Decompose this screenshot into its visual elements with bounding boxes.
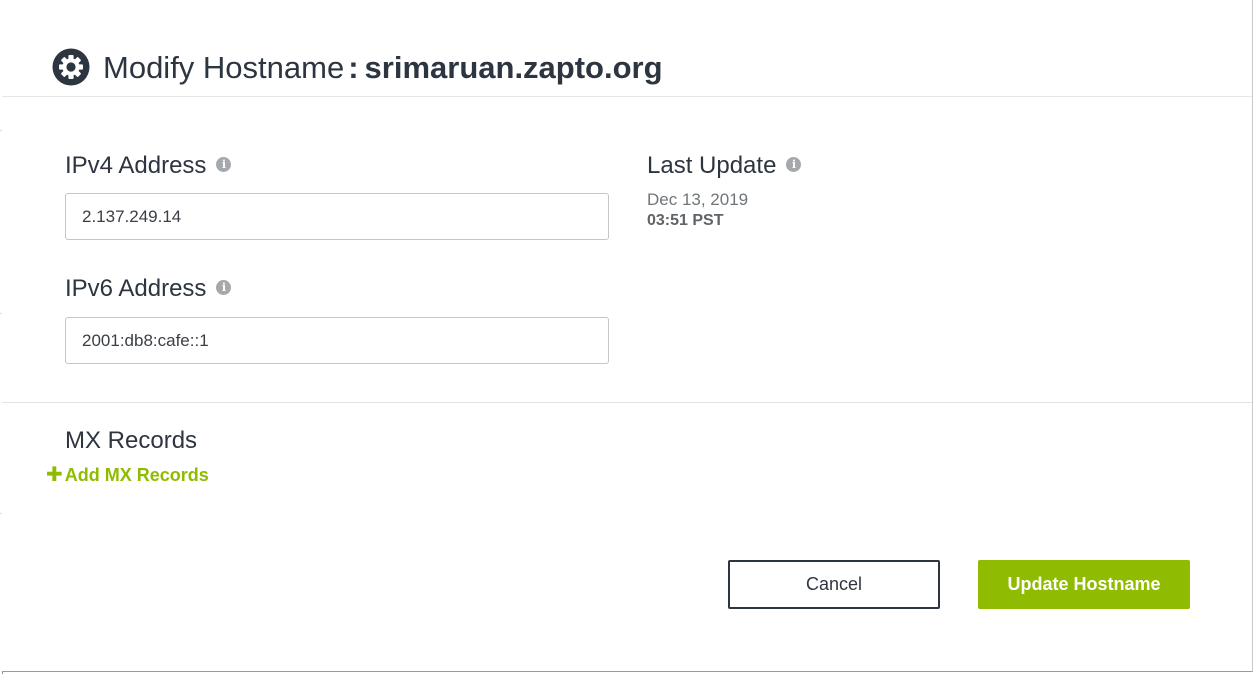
plus-icon: ✚: [46, 464, 63, 486]
last-update-date: Dec 13, 2019: [647, 190, 749, 209]
ipv6-label: IPv6 Address: [65, 275, 207, 302]
ipv4-label: IPv4 Address: [65, 152, 207, 179]
modify-hostname-dialog: Modify Hostname: srimaruan.zapto.org IPv4…: [2, 0, 1253, 672]
mx-records-heading: MX Records: [65, 427, 198, 454]
last-update-label-group: Last Update i: [647, 151, 802, 181]
section-divider: [2, 402, 1252, 403]
info-icon[interactable]: i: [786, 157, 802, 173]
update-hostname-button[interactable]: Update Hostname: [978, 560, 1190, 609]
ipv4-input[interactable]: [65, 193, 609, 240]
title-separator: :: [348, 50, 359, 85]
last-update-time: 03:51 PST: [647, 212, 724, 229]
dialog-title: Modify Hostname: srimaruan.zapto.org: [103, 49, 663, 87]
info-icon[interactable]: i: [216, 280, 232, 296]
info-icon[interactable]: i: [216, 157, 232, 173]
title-prefix: Modify Hostname: [103, 50, 345, 85]
hostname: srimaruan.zapto.org: [364, 50, 663, 85]
ipv6-label-group: IPv6 Address i: [65, 274, 232, 304]
ipv6-input[interactable]: [65, 317, 609, 364]
gear-icon: [52, 48, 90, 86]
last-update-label: Last Update: [647, 152, 777, 179]
ipv4-label-group: IPv4 Address i: [65, 151, 232, 181]
add-mx-records-label: Add MX Records: [64, 465, 209, 485]
add-mx-records-link[interactable]: ✚ Add MX Records: [46, 464, 209, 486]
dialog-header: Modify Hostname: srimaruan.zapto.org: [2, 0, 1252, 97]
cancel-button[interactable]: Cancel: [728, 560, 940, 609]
